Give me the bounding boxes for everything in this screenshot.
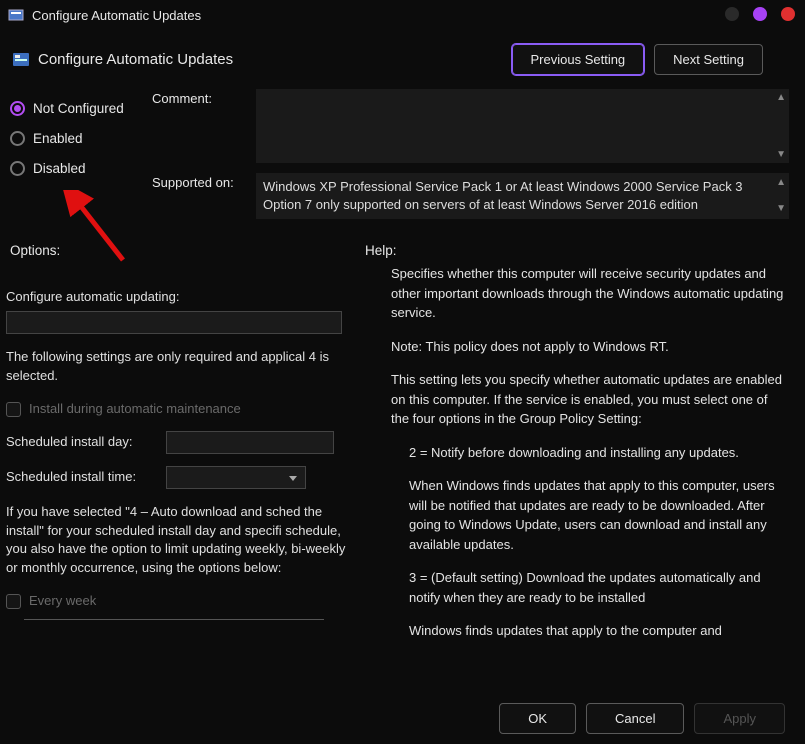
dialog-footer: OK Cancel Apply [499, 703, 785, 734]
help-text: Windows finds updates that apply to the … [391, 621, 787, 641]
options-divider [24, 619, 324, 620]
window-icon [8, 7, 24, 23]
page-title: Configure Automatic Updates [38, 51, 233, 68]
header: Configure Automatic Updates Previous Set… [0, 30, 805, 85]
checkbox-icon [6, 594, 21, 609]
help-text: Note: This policy does not apply to Wind… [391, 337, 787, 357]
window-title: Configure Automatic Updates [32, 8, 201, 23]
policy-icon [12, 51, 30, 69]
scroll-down-icon[interactable]: ▼ [776, 149, 786, 160]
radio-enabled[interactable]: Enabled [10, 123, 152, 153]
help-text: Specifies whether this computer will rec… [391, 264, 787, 323]
help-heading: Help: [365, 243, 397, 258]
scroll-down-icon[interactable]: ▼ [776, 202, 786, 216]
options-heading: Options: [10, 243, 365, 258]
configure-updating-label: Configure automatic updating: [6, 288, 353, 307]
next-setting-button[interactable]: Next Setting [654, 44, 763, 75]
window-controls [725, 7, 795, 21]
titlebar: Configure Automatic Updates [0, 0, 805, 30]
scroll-up-icon[interactable]: ▲ [776, 92, 786, 103]
help-text: 2 = Notify before downloading and instal… [391, 443, 787, 463]
minimize-button[interactable] [725, 7, 739, 21]
comment-label: Comment: [152, 89, 256, 163]
every-week-checkbox[interactable]: Every week [6, 592, 353, 611]
install-maintenance-checkbox[interactable]: Install during automatic maintenance [6, 400, 353, 419]
close-button[interactable] [781, 7, 795, 21]
radio-icon [10, 161, 25, 176]
ok-button[interactable]: OK [499, 703, 576, 734]
scroll-up-icon[interactable]: ▲ [776, 176, 786, 190]
previous-setting-button[interactable]: Previous Setting [512, 44, 645, 75]
comment-textarea[interactable]: ▲ ▼ [256, 89, 789, 163]
scheduled-time-select[interactable] [166, 466, 306, 489]
supported-label: Supported on: [152, 173, 256, 219]
help-text: When Windows finds updates that apply to… [391, 476, 787, 554]
options-long-note: If you have selected "4 – Auto download … [6, 503, 353, 578]
radio-not-configured[interactable]: Not Configured [10, 93, 152, 123]
scheduled-day-input[interactable] [166, 431, 334, 454]
radio-icon [10, 101, 25, 116]
checkbox-icon [6, 402, 21, 417]
radio-disabled[interactable]: Disabled [10, 153, 152, 183]
options-note: The following settings are only required… [6, 348, 353, 386]
options-panel: Configure automatic updating: The follow… [6, 264, 361, 644]
maximize-button[interactable] [753, 7, 767, 21]
help-panel: Specifies whether this computer will rec… [361, 264, 793, 644]
scheduled-time-label: Scheduled install time: [6, 468, 166, 487]
help-text: This setting lets you specify whether au… [391, 370, 787, 429]
apply-button[interactable]: Apply [694, 703, 785, 734]
configure-updating-dropdown[interactable] [6, 311, 342, 334]
state-radios: Not Configured Enabled Disabled [10, 89, 152, 229]
radio-icon [10, 131, 25, 146]
scheduled-day-label: Scheduled install day: [6, 433, 166, 452]
help-text: 3 = (Default setting) Download the updat… [391, 568, 787, 607]
cancel-button[interactable]: Cancel [586, 703, 684, 734]
supported-on-text: Windows XP Professional Service Pack 1 o… [256, 173, 789, 219]
